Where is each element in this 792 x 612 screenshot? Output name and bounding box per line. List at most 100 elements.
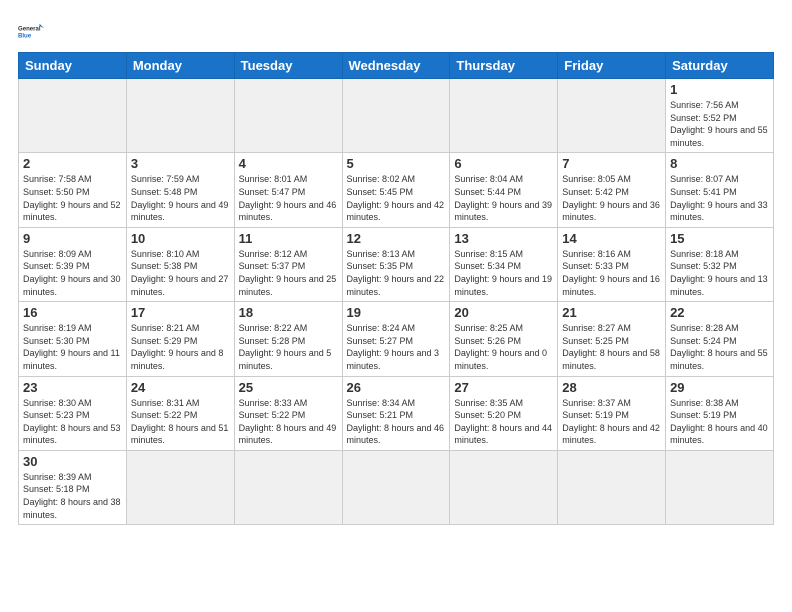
table-row — [19, 79, 127, 153]
header: GeneralBlue — [18, 18, 774, 46]
day-number: 27 — [454, 380, 553, 395]
weekday-header-row: Sunday Monday Tuesday Wednesday Thursday… — [19, 53, 774, 79]
day-info: Sunrise: 8:15 AM Sunset: 5:34 PM Dayligh… — [454, 248, 553, 298]
day-number: 29 — [670, 380, 769, 395]
day-info: Sunrise: 8:25 AM Sunset: 5:26 PM Dayligh… — [454, 322, 553, 372]
day-info: Sunrise: 8:31 AM Sunset: 5:22 PM Dayligh… — [131, 397, 230, 447]
table-row: 30 Sunrise: 8:39 AM Sunset: 5:18 PM Dayli… — [19, 450, 127, 524]
day-number: 15 — [670, 231, 769, 246]
table-row: 27 Sunrise: 8:35 AM Sunset: 5:20 PM Dayli… — [450, 376, 558, 450]
day-number: 10 — [131, 231, 230, 246]
header-monday: Monday — [126, 53, 234, 79]
day-info: Sunrise: 8:30 AM Sunset: 5:23 PM Dayligh… — [23, 397, 122, 447]
day-info: Sunrise: 7:56 AM Sunset: 5:52 PM Dayligh… — [670, 99, 769, 149]
table-row: 2 Sunrise: 7:58 AM Sunset: 5:50 PM Daylig… — [19, 153, 127, 227]
logo-icon: GeneralBlue — [18, 18, 46, 46]
table-row: 29 Sunrise: 8:38 AM Sunset: 5:19 PM Dayli… — [666, 376, 774, 450]
day-number: 1 — [670, 82, 769, 97]
table-row: 13Sunrise: 8:15 AM Sunset: 5:34 PM Dayli… — [450, 227, 558, 301]
day-info: Sunrise: 8:02 AM Sunset: 5:45 PM Dayligh… — [347, 173, 446, 223]
day-info: Sunrise: 8:12 AM Sunset: 5:37 PM Dayligh… — [239, 248, 338, 298]
table-row: 21 Sunrise: 8:27 AM Sunset: 5:25 PM Dayli… — [558, 302, 666, 376]
table-row: 28Sunrise: 8:37 AM Sunset: 5:19 PM Dayli… — [558, 376, 666, 450]
table-row: 19Sunrise: 8:24 AM Sunset: 5:27 PM Dayli… — [342, 302, 450, 376]
day-info: Sunrise: 8:28 AM Sunset: 5:24 PM Dayligh… — [670, 322, 769, 372]
table-row: 17 Sunrise: 8:21 AM Sunset: 5:29 PM Dayli… — [126, 302, 234, 376]
day-info: Sunrise: 8:13 AM Sunset: 5:35 PM Dayligh… — [347, 248, 446, 298]
header-sunday: Sunday — [19, 53, 127, 79]
day-info: Sunrise: 7:59 AM Sunset: 5:48 PM Dayligh… — [131, 173, 230, 223]
day-number: 21 — [562, 305, 661, 320]
table-row: 5 Sunrise: 8:02 AM Sunset: 5:45 PM Daylig… — [342, 153, 450, 227]
day-number: 26 — [347, 380, 446, 395]
day-number: 9 — [23, 231, 122, 246]
day-info: Sunrise: 8:35 AM Sunset: 5:20 PM Dayligh… — [454, 397, 553, 447]
table-row: 7 Sunrise: 8:05 AM Sunset: 5:42 PM Daylig… — [558, 153, 666, 227]
table-row: 14Sunrise: 8:16 AM Sunset: 5:33 PM Dayli… — [558, 227, 666, 301]
svg-text:General: General — [18, 27, 41, 33]
day-number: 30 — [23, 454, 122, 469]
day-info: Sunrise: 8:27 AM Sunset: 5:25 PM Dayligh… — [562, 322, 661, 372]
header-thursday: Thursday — [450, 53, 558, 79]
day-info: Sunrise: 8:21 AM Sunset: 5:29 PM Dayligh… — [131, 322, 230, 372]
day-info: Sunrise: 8:38 AM Sunset: 5:19 PM Dayligh… — [670, 397, 769, 447]
day-info: Sunrise: 8:10 AM Sunset: 5:38 PM Dayligh… — [131, 248, 230, 298]
logo: GeneralBlue — [18, 18, 46, 46]
header-tuesday: Tuesday — [234, 53, 342, 79]
day-info: Sunrise: 8:01 AM Sunset: 5:47 PM Dayligh… — [239, 173, 338, 223]
day-info: Sunrise: 8:09 AM Sunset: 5:39 PM Dayligh… — [23, 248, 122, 298]
header-friday: Friday — [558, 53, 666, 79]
table-row: 3 Sunrise: 7:59 AM Sunset: 5:48 PM Daylig… — [126, 153, 234, 227]
table-row: 25Sunrise: 8:33 AM Sunset: 5:22 PM Dayli… — [234, 376, 342, 450]
table-row — [342, 79, 450, 153]
day-info: Sunrise: 8:37 AM Sunset: 5:19 PM Dayligh… — [562, 397, 661, 447]
header-saturday: Saturday — [666, 53, 774, 79]
calendar-row: 30 Sunrise: 8:39 AM Sunset: 5:18 PM Dayli… — [19, 450, 774, 524]
table-row: 20 Sunrise: 8:25 AM Sunset: 5:26 PM Dayli… — [450, 302, 558, 376]
table-row: 10 Sunrise: 8:10 AM Sunset: 5:38 PM Dayli… — [126, 227, 234, 301]
day-number: 8 — [670, 156, 769, 171]
table-row: 4 Sunrise: 8:01 AM Sunset: 5:47 PM Daylig… — [234, 153, 342, 227]
calendar-row: 2 Sunrise: 7:58 AM Sunset: 5:50 PM Daylig… — [19, 153, 774, 227]
table-row — [234, 79, 342, 153]
table-row: 11Sunrise: 8:12 AM Sunset: 5:37 PM Dayli… — [234, 227, 342, 301]
day-number: 7 — [562, 156, 661, 171]
day-number: 3 — [131, 156, 230, 171]
header-wednesday: Wednesday — [342, 53, 450, 79]
day-info: Sunrise: 8:05 AM Sunset: 5:42 PM Dayligh… — [562, 173, 661, 223]
table-row — [126, 79, 234, 153]
day-info: Sunrise: 8:18 AM Sunset: 5:32 PM Dayligh… — [670, 248, 769, 298]
day-info: Sunrise: 8:19 AM Sunset: 5:30 PM Dayligh… — [23, 322, 122, 372]
calendar: Sunday Monday Tuesday Wednesday Thursday… — [18, 52, 774, 525]
day-info: Sunrise: 8:34 AM Sunset: 5:21 PM Dayligh… — [347, 397, 446, 447]
day-info: Sunrise: 8:39 AM Sunset: 5:18 PM Dayligh… — [23, 471, 122, 521]
day-number: 23 — [23, 380, 122, 395]
day-number: 20 — [454, 305, 553, 320]
table-row — [558, 450, 666, 524]
day-number: 5 — [347, 156, 446, 171]
day-number: 6 — [454, 156, 553, 171]
day-info: Sunrise: 8:33 AM Sunset: 5:22 PM Dayligh… — [239, 397, 338, 447]
table-row — [666, 450, 774, 524]
day-number: 18 — [239, 305, 338, 320]
day-number: 2 — [23, 156, 122, 171]
table-row — [450, 450, 558, 524]
table-row: 15 Sunrise: 8:18 AM Sunset: 5:32 PM Dayli… — [666, 227, 774, 301]
table-row — [126, 450, 234, 524]
table-row — [558, 79, 666, 153]
table-row — [234, 450, 342, 524]
table-row: 26 Sunrise: 8:34 AM Sunset: 5:21 PM Dayli… — [342, 376, 450, 450]
day-info: Sunrise: 8:24 AM Sunset: 5:27 PM Dayligh… — [347, 322, 446, 372]
day-number: 12 — [347, 231, 446, 246]
day-info: Sunrise: 8:22 AM Sunset: 5:28 PM Dayligh… — [239, 322, 338, 372]
day-number: 4 — [239, 156, 338, 171]
table-row — [342, 450, 450, 524]
day-number: 16 — [23, 305, 122, 320]
day-number: 22 — [670, 305, 769, 320]
table-row — [450, 79, 558, 153]
day-info: Sunrise: 7:58 AM Sunset: 5:50 PM Dayligh… — [23, 173, 122, 223]
day-number: 14 — [562, 231, 661, 246]
calendar-row: 9 Sunrise: 8:09 AM Sunset: 5:39 PM Daylig… — [19, 227, 774, 301]
day-number: 17 — [131, 305, 230, 320]
calendar-row: 16 Sunrise: 8:19 AM Sunset: 5:30 PM Dayli… — [19, 302, 774, 376]
